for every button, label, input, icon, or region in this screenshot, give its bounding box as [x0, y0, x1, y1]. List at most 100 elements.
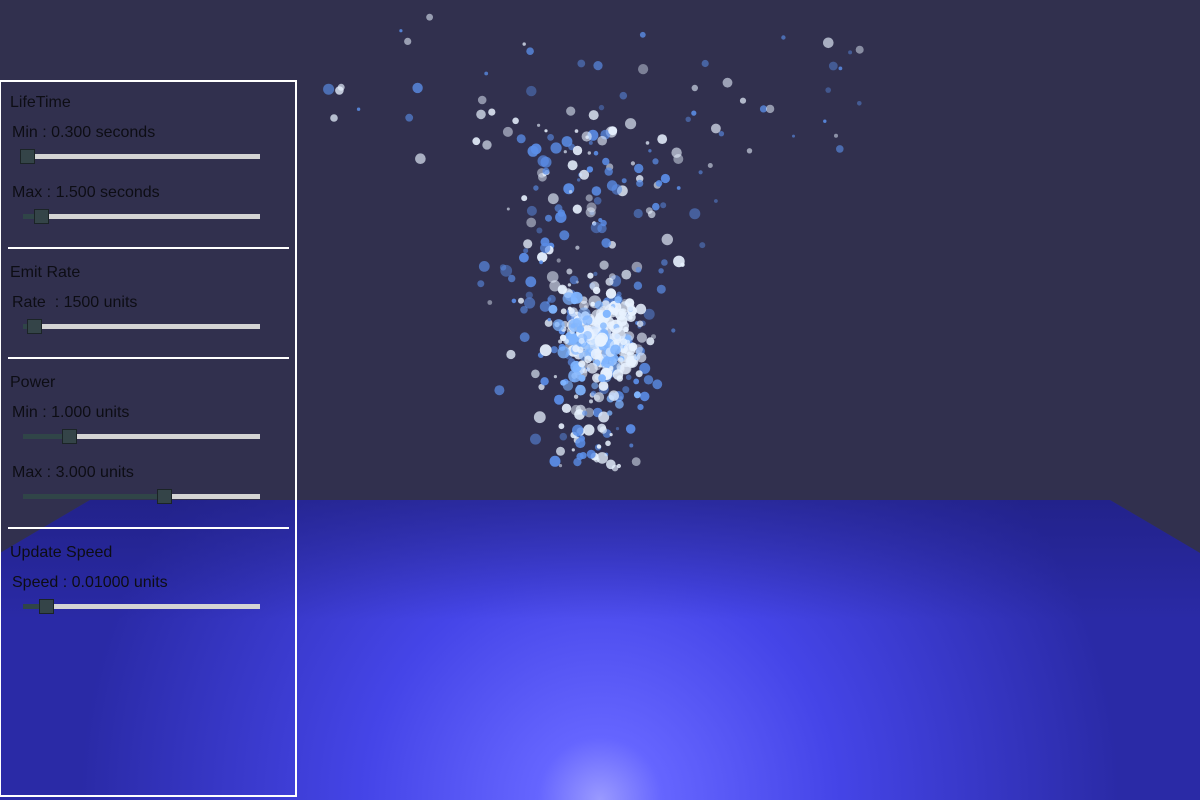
power-max-label: Max : 3.000 units	[12, 464, 134, 481]
particle	[563, 150, 567, 154]
particle	[533, 185, 539, 191]
particle	[404, 37, 412, 46]
slider-thumb[interactable]	[33, 209, 49, 224]
particle	[673, 154, 684, 164]
slider-track	[23, 214, 260, 219]
slider-thumb[interactable]	[38, 599, 54, 614]
slider-thumb[interactable]	[157, 489, 173, 504]
particle	[591, 309, 605, 323]
emit-rate-slider[interactable]	[23, 319, 260, 334]
particle	[626, 351, 632, 356]
particle	[599, 260, 609, 270]
slider-track	[23, 154, 260, 159]
particle	[765, 104, 775, 114]
particle	[646, 337, 655, 346]
particle	[482, 140, 492, 150]
particle	[699, 242, 706, 249]
particle	[569, 275, 579, 285]
particle	[626, 303, 635, 312]
particle-cloud	[323, 13, 864, 472]
particle	[823, 37, 834, 49]
particle	[691, 84, 698, 92]
particle	[540, 242, 551, 254]
particle	[828, 61, 838, 71]
particle	[657, 134, 668, 145]
particle	[616, 375, 623, 382]
particle	[615, 399, 624, 409]
particle	[836, 145, 844, 153]
particle	[519, 332, 530, 343]
particle	[519, 252, 529, 263]
particle	[602, 157, 610, 166]
particle	[547, 294, 556, 303]
particle	[588, 110, 599, 121]
particle	[426, 13, 433, 21]
particle	[553, 375, 558, 379]
section-title: Emit Rate	[10, 264, 81, 281]
particle	[557, 284, 568, 294]
particle	[823, 119, 827, 123]
particle	[568, 308, 575, 315]
particle	[636, 320, 644, 328]
particle	[825, 87, 831, 93]
particle	[660, 202, 667, 209]
particle	[583, 424, 595, 436]
particle	[622, 386, 630, 394]
particle	[575, 245, 580, 250]
particle	[577, 307, 591, 321]
particle	[575, 384, 586, 396]
section-title: LifeTime	[10, 94, 71, 111]
particle	[638, 64, 649, 75]
particle	[652, 202, 660, 211]
particle	[560, 379, 567, 386]
particle	[356, 107, 361, 111]
lifetime-min-slider[interactable]	[19, 149, 260, 164]
particle	[633, 281, 643, 290]
particle	[556, 258, 561, 263]
update-speed-slider[interactable]	[23, 599, 260, 614]
particle	[636, 179, 644, 187]
particle	[545, 214, 552, 222]
particle	[609, 433, 613, 437]
particle	[523, 248, 529, 254]
slider-thumb[interactable]	[19, 149, 35, 164]
lifetime-max-slider[interactable]	[23, 209, 260, 224]
particle	[587, 362, 598, 374]
particle	[834, 133, 838, 138]
particle	[685, 116, 691, 123]
particle	[537, 155, 549, 167]
particle	[605, 277, 614, 286]
particle	[605, 288, 617, 299]
particle	[619, 91, 628, 100]
particle	[476, 109, 486, 120]
power-max-slider[interactable]	[23, 489, 260, 504]
particle	[633, 391, 641, 399]
particle	[583, 330, 592, 340]
particle	[661, 259, 668, 266]
particle	[689, 208, 701, 220]
particle	[625, 374, 632, 381]
particle	[598, 374, 606, 383]
particle	[739, 97, 747, 104]
particle	[746, 148, 753, 154]
particle	[611, 327, 626, 342]
particle	[544, 129, 548, 133]
particle	[559, 432, 568, 441]
particle	[526, 47, 534, 55]
particle	[781, 35, 786, 40]
particle	[691, 110, 697, 116]
particle	[792, 134, 795, 138]
particle	[575, 437, 586, 449]
particle	[484, 71, 489, 76]
power-min-slider[interactable]	[23, 429, 260, 444]
particle	[572, 145, 583, 156]
particle	[590, 222, 603, 234]
particle	[610, 344, 621, 356]
slider-thumb[interactable]	[26, 319, 42, 334]
slider-thumb[interactable]	[62, 429, 78, 444]
particle	[607, 410, 613, 416]
particle	[561, 403, 572, 413]
particle	[572, 204, 582, 214]
particle	[855, 45, 864, 54]
particle	[629, 443, 634, 448]
